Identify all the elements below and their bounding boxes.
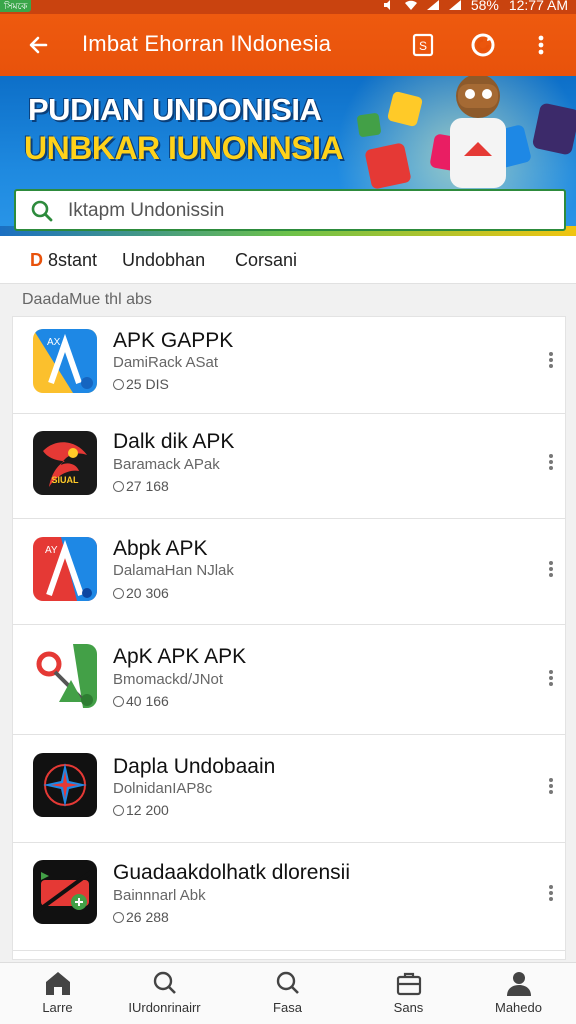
app-list: AX APK GAPPK DamiRack ASat 25 DIS SIUAL … xyxy=(12,316,566,960)
tab-undobhan[interactable]: Undobhan xyxy=(122,250,205,271)
filter-tabs: D 8stant Undobhan Corsani xyxy=(0,236,576,284)
list-item[interactable]: ApK APK APK Bmomackd/JNot 40 166 xyxy=(13,625,565,735)
dragon-game-icon: SIUAL xyxy=(33,431,97,495)
list-item[interactable]: AY Abpk APK DalamaHan NJlak 20 306 xyxy=(13,519,565,625)
signal-icon xyxy=(448,0,461,10)
download-count: 26 288 xyxy=(126,909,169,925)
nav-search-2[interactable]: Fasa xyxy=(230,963,345,1024)
list-item[interactable]: Dapla Undobaain DolnidanIAP8c 12 200 xyxy=(13,735,565,843)
app-share-icon[interactable]: S xyxy=(408,30,438,60)
app-downloads: 40 166 xyxy=(113,693,169,709)
tab-label: Undobhan xyxy=(122,250,206,270)
status-badge: সিমকে xyxy=(0,0,32,12)
nav-home[interactable]: Larre xyxy=(0,963,115,1024)
more-options-icon[interactable] xyxy=(547,561,555,581)
more-options-icon[interactable] xyxy=(547,885,555,905)
download-count: 40 166 xyxy=(126,693,169,709)
wifi-icon xyxy=(404,0,417,10)
app-developer: DalamaHan NJlak xyxy=(113,562,234,579)
more-options-icon[interactable] xyxy=(547,670,555,690)
app-developer: DamiRack ASat xyxy=(113,354,219,371)
red-blue-a-icon: AY xyxy=(33,537,97,601)
download-count-icon xyxy=(113,912,124,923)
nav-sans[interactable]: Sans xyxy=(351,963,466,1024)
app-downloads: 20 306 xyxy=(113,585,169,601)
download-count-icon xyxy=(113,696,124,707)
download-count: 25 DIS xyxy=(126,376,169,392)
download-count-icon xyxy=(113,481,124,492)
svg-text:AY: AY xyxy=(45,545,58,556)
search-icon xyxy=(31,200,53,222)
download-count-icon xyxy=(113,379,124,390)
list-item[interactable]: AX APK GAPPK DamiRack ASat 25 DIS xyxy=(13,317,565,414)
tab-first-letter: D xyxy=(30,250,43,270)
svg-text:S: S xyxy=(419,39,427,53)
more-options-icon[interactable] xyxy=(547,778,555,798)
nav-label: Mahedo xyxy=(495,1000,542,1015)
clock: 12:77 AM xyxy=(508,0,568,13)
app-downloads: 25 DIS xyxy=(113,376,169,392)
app-bar: Imbat Ehorran INdonesia S xyxy=(0,14,576,76)
app-downloads: 12 200 xyxy=(113,802,169,818)
status-right: 58% 12:77 AM xyxy=(383,0,568,13)
app-name: Dapla Undobaain xyxy=(113,755,276,778)
status-bar: সিমকে 58% 12:77 AM xyxy=(0,0,576,14)
nav-profile[interactable]: Mahedo xyxy=(461,963,576,1024)
nav-label: IUrdonrinairr xyxy=(128,1000,201,1015)
home-icon xyxy=(45,972,70,995)
search-icon xyxy=(276,971,299,994)
yellow-blue-a-icon: AX xyxy=(33,329,97,393)
download-count-icon xyxy=(113,588,124,599)
app-name: ApK APK APK xyxy=(113,645,247,668)
tab-label: 8stant xyxy=(43,250,98,270)
mute-icon xyxy=(383,0,390,10)
nav-label: Sans xyxy=(393,1000,424,1015)
section-title: DaadaMue thl abs xyxy=(22,291,152,308)
nav-search-1[interactable]: IUrdonrinairr xyxy=(107,963,222,1024)
tab-label: Corsani xyxy=(235,250,298,270)
app-developer: Bmomackd/JNot xyxy=(113,671,224,688)
briefcase-icon xyxy=(396,972,421,996)
banner-subheadline: UNBKAR IUNONNSIA xyxy=(24,130,344,166)
bottom-nav: Larre IUrdonrinairr Fasa Sans Mahedo xyxy=(0,962,576,1024)
app-developer: Baramack APak xyxy=(113,456,220,473)
svg-text:SIUAL: SIUAL xyxy=(52,475,80,485)
svg-text:AX: AX xyxy=(47,337,61,348)
search-input[interactable]: Iktapm Undonissin xyxy=(14,189,566,231)
person-icon xyxy=(506,972,531,996)
nav-label: Fasa xyxy=(273,1000,302,1015)
search-arrow-icon xyxy=(33,644,97,708)
download-count: 12 200 xyxy=(126,802,169,818)
tab-corsani[interactable]: Corsani xyxy=(235,250,297,271)
green-red-badge-icon xyxy=(33,860,97,924)
battery-level: 58% xyxy=(470,0,499,13)
compass-star-icon xyxy=(33,753,97,817)
more-options-icon[interactable] xyxy=(547,352,555,372)
tab-distant[interactable]: D 8stant xyxy=(30,250,97,271)
list-item[interactable]: SIUAL Dalk dik APK Baramack APak 27 168 xyxy=(13,414,565,519)
signal-icon xyxy=(426,0,439,10)
app-name: Guadaakdolhatk dlorensii xyxy=(113,861,350,884)
download-count-icon xyxy=(113,805,124,816)
refresh-icon[interactable] xyxy=(468,30,498,60)
app-downloads: 27 168 xyxy=(113,478,169,494)
list-item[interactable]: Guadaakdolhatk dlorensii Bainnnarl Abk 2… xyxy=(13,843,565,951)
more-options-icon[interactable] xyxy=(547,454,555,474)
download-count: 27 168 xyxy=(126,478,169,494)
app-developer: DolnidanIAP8c xyxy=(113,780,213,797)
app-downloads: 26 288 xyxy=(113,909,169,925)
app-name: APK GAPPK xyxy=(113,329,234,352)
nav-label: Larre xyxy=(42,1000,73,1015)
app-name: Dalk dik APK xyxy=(113,430,235,453)
back-arrow-icon[interactable] xyxy=(24,30,54,60)
page-title: Imbat Ehorran INdonesia xyxy=(82,31,332,56)
search-placeholder: Iktapm Undonissin xyxy=(68,200,225,221)
download-count: 20 306 xyxy=(126,585,169,601)
more-vert-icon[interactable] xyxy=(526,30,556,60)
app-name: Abpk APK xyxy=(113,537,208,560)
banner-headline: PUDIAN UNDONISIA xyxy=(28,92,322,127)
app-developer: Bainnnarl Abk xyxy=(113,887,206,904)
search-icon xyxy=(153,971,176,994)
